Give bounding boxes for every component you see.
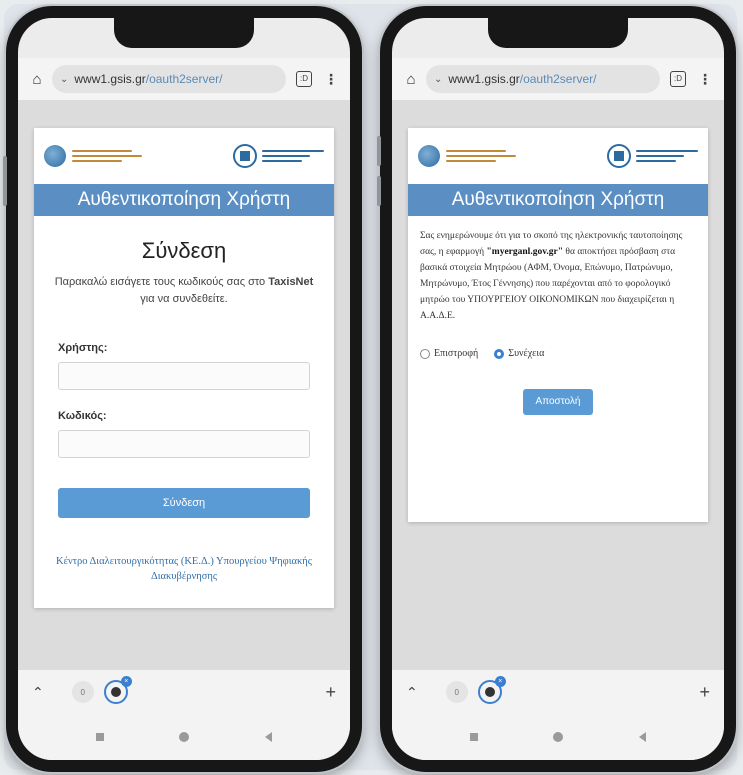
active-tab-icon[interactable]: × — [477, 676, 506, 704]
volume-button — [3, 156, 7, 206]
consent-message: Σας ενημερώνουμε ότι για το σκοπό της ηλ… — [408, 216, 708, 324]
url-path: /oauth2server/ — [145, 72, 223, 86]
page-title: Αυθεντικοποίηση Χρήστη — [408, 184, 708, 216]
recents-icon[interactable] — [95, 733, 104, 741]
url-field[interactable]: ⌄ www1.gsis.gr/oauth2server/ — [52, 65, 286, 93]
browser-url-bar: ⌂ ⌄ www1.gsis.gr/oauth2server/ :D ⋮ — [392, 58, 724, 100]
login-description-suffix: για να συνδεθείτε. — [140, 293, 228, 305]
taxisnet-brand: TaxisNet — [268, 276, 314, 288]
page-content: Αυθεντικοποίηση Χρήστη Σας ενημερώνουμε … — [392, 100, 724, 670]
phone-notch — [488, 18, 628, 48]
login-button[interactable]: Σύνδεση — [58, 488, 310, 518]
return-option-label[interactable]: Επιστροφή — [434, 348, 478, 359]
recents-icon[interactable] — [469, 733, 478, 741]
browser-url-bar: ⌂ ⌄ www1.gsis.gr/oauth2server/ :D ⋮ — [18, 58, 350, 100]
chevron-down-icon[interactable]: ⌄ — [60, 74, 68, 85]
chevron-down-icon[interactable]: ⌄ — [434, 74, 442, 85]
seal-icon — [233, 144, 257, 168]
browser-tab-bar: ⌃ 0 × + — [392, 670, 724, 714]
menu-icon[interactable]: ⋮ — [324, 71, 338, 88]
seal-icon — [607, 144, 631, 168]
hellenic-republic-logo — [607, 144, 698, 168]
volume-button — [377, 176, 381, 206]
username-input[interactable] — [58, 362, 310, 390]
home-nav-icon[interactable] — [553, 732, 564, 742]
password-input[interactable] — [58, 430, 310, 458]
login-description-text: Παρακαλώ εισάγετε τους κωδικούς σας στο — [54, 276, 266, 288]
close-icon[interactable]: × — [494, 676, 506, 687]
login-description: Παρακαλώ εισάγετε τους κωδικούς σας στο … — [48, 274, 320, 308]
continue-radio[interactable] — [494, 348, 505, 359]
url-path: /oauth2server/ — [519, 72, 597, 86]
tab-count-badge[interactable]: 0 — [445, 681, 468, 703]
volume-button — [377, 136, 381, 166]
home-icon[interactable]: ⌂ — [402, 70, 420, 88]
gsis-logo — [418, 145, 516, 167]
new-tab-icon[interactable]: + — [699, 682, 710, 703]
gsis-logo-icon — [418, 145, 440, 167]
back-icon[interactable] — [265, 732, 273, 742]
phone-left: ⌂ ⌄ www1.gsis.gr/oauth2server/ :D ⋮ Αυθε… — [3, 6, 362, 772]
consent-text-continued: θα αποκτήσει πρόσβαση στα βασικά στοιχεί… — [420, 247, 676, 321]
back-icon[interactable] — [639, 732, 647, 742]
page-title: Αυθεντικοποίηση Χρήστη — [34, 184, 334, 216]
login-heading: Σύνδεση — [141, 238, 227, 263]
tab-count-badge[interactable]: 0 — [71, 681, 94, 703]
system-nav-bar — [392, 714, 724, 760]
phone-screen: ⌂ ⌄ www1.gsis.gr/oauth2server/ :D ⋮ Αυθε… — [18, 18, 350, 760]
new-tab-icon[interactable]: + — [325, 682, 336, 703]
page-content: Αυθεντικοποίηση Χρήστη Σύνδεση Παρακαλώ … — [18, 100, 350, 670]
login-card: Αυθεντικοποίηση Χρήστη Σύνδεση Παρακαλώ … — [34, 128, 334, 608]
username-label: Χρήστης: — [58, 342, 108, 354]
footer-link[interactable]: Κέντρο Διαλειτουργικότητας (ΚΕ.Δ.) Υπουρ… — [34, 554, 334, 584]
consent-card: Αυθεντικοποίηση Χρήστη Σας ενημερώνουμε … — [408, 128, 708, 522]
tabs-icon[interactable]: :D — [670, 71, 686, 87]
chevron-up-icon[interactable]: ⌃ — [406, 684, 418, 701]
system-nav-bar — [18, 714, 350, 760]
close-icon[interactable]: × — [120, 676, 132, 687]
url-domain: www1.gsis.gr — [74, 72, 146, 86]
app-name: "myerganl.gov.gr" — [486, 247, 564, 257]
phone-right: ⌂ ⌄ www1.gsis.gr/oauth2server/ :D ⋮ Αυθε… — [377, 6, 736, 772]
gsis-logo — [44, 145, 142, 167]
continue-option-label[interactable]: Συνέχεια — [508, 348, 544, 359]
home-nav-icon[interactable] — [179, 732, 190, 742]
hellenic-republic-logo — [233, 144, 324, 168]
active-tab-icon[interactable]: × — [103, 676, 132, 704]
menu-icon[interactable]: ⋮ — [698, 71, 712, 88]
url-domain: www1.gsis.gr — [448, 72, 520, 86]
logos-row — [34, 128, 334, 184]
return-radio[interactable] — [420, 348, 430, 359]
logos-row — [408, 128, 708, 184]
home-icon[interactable]: ⌂ — [28, 70, 46, 88]
chevron-up-icon[interactable]: ⌃ — [32, 684, 44, 701]
tabs-icon[interactable]: :D — [296, 71, 312, 87]
phone-notch — [114, 18, 254, 48]
consent-options: Επιστροφή Συνέχεια — [408, 348, 708, 359]
phone-screen: ⌂ ⌄ www1.gsis.gr/oauth2server/ :D ⋮ Αυθε… — [392, 18, 724, 760]
gsis-logo-icon — [44, 145, 66, 167]
browser-tab-bar: ⌃ 0 × + — [18, 670, 350, 714]
submit-button[interactable]: Αποστολή — [523, 389, 593, 415]
url-field[interactable]: ⌄ www1.gsis.gr/oauth2server/ — [426, 65, 660, 93]
password-label: Κωδικός: — [58, 410, 107, 422]
